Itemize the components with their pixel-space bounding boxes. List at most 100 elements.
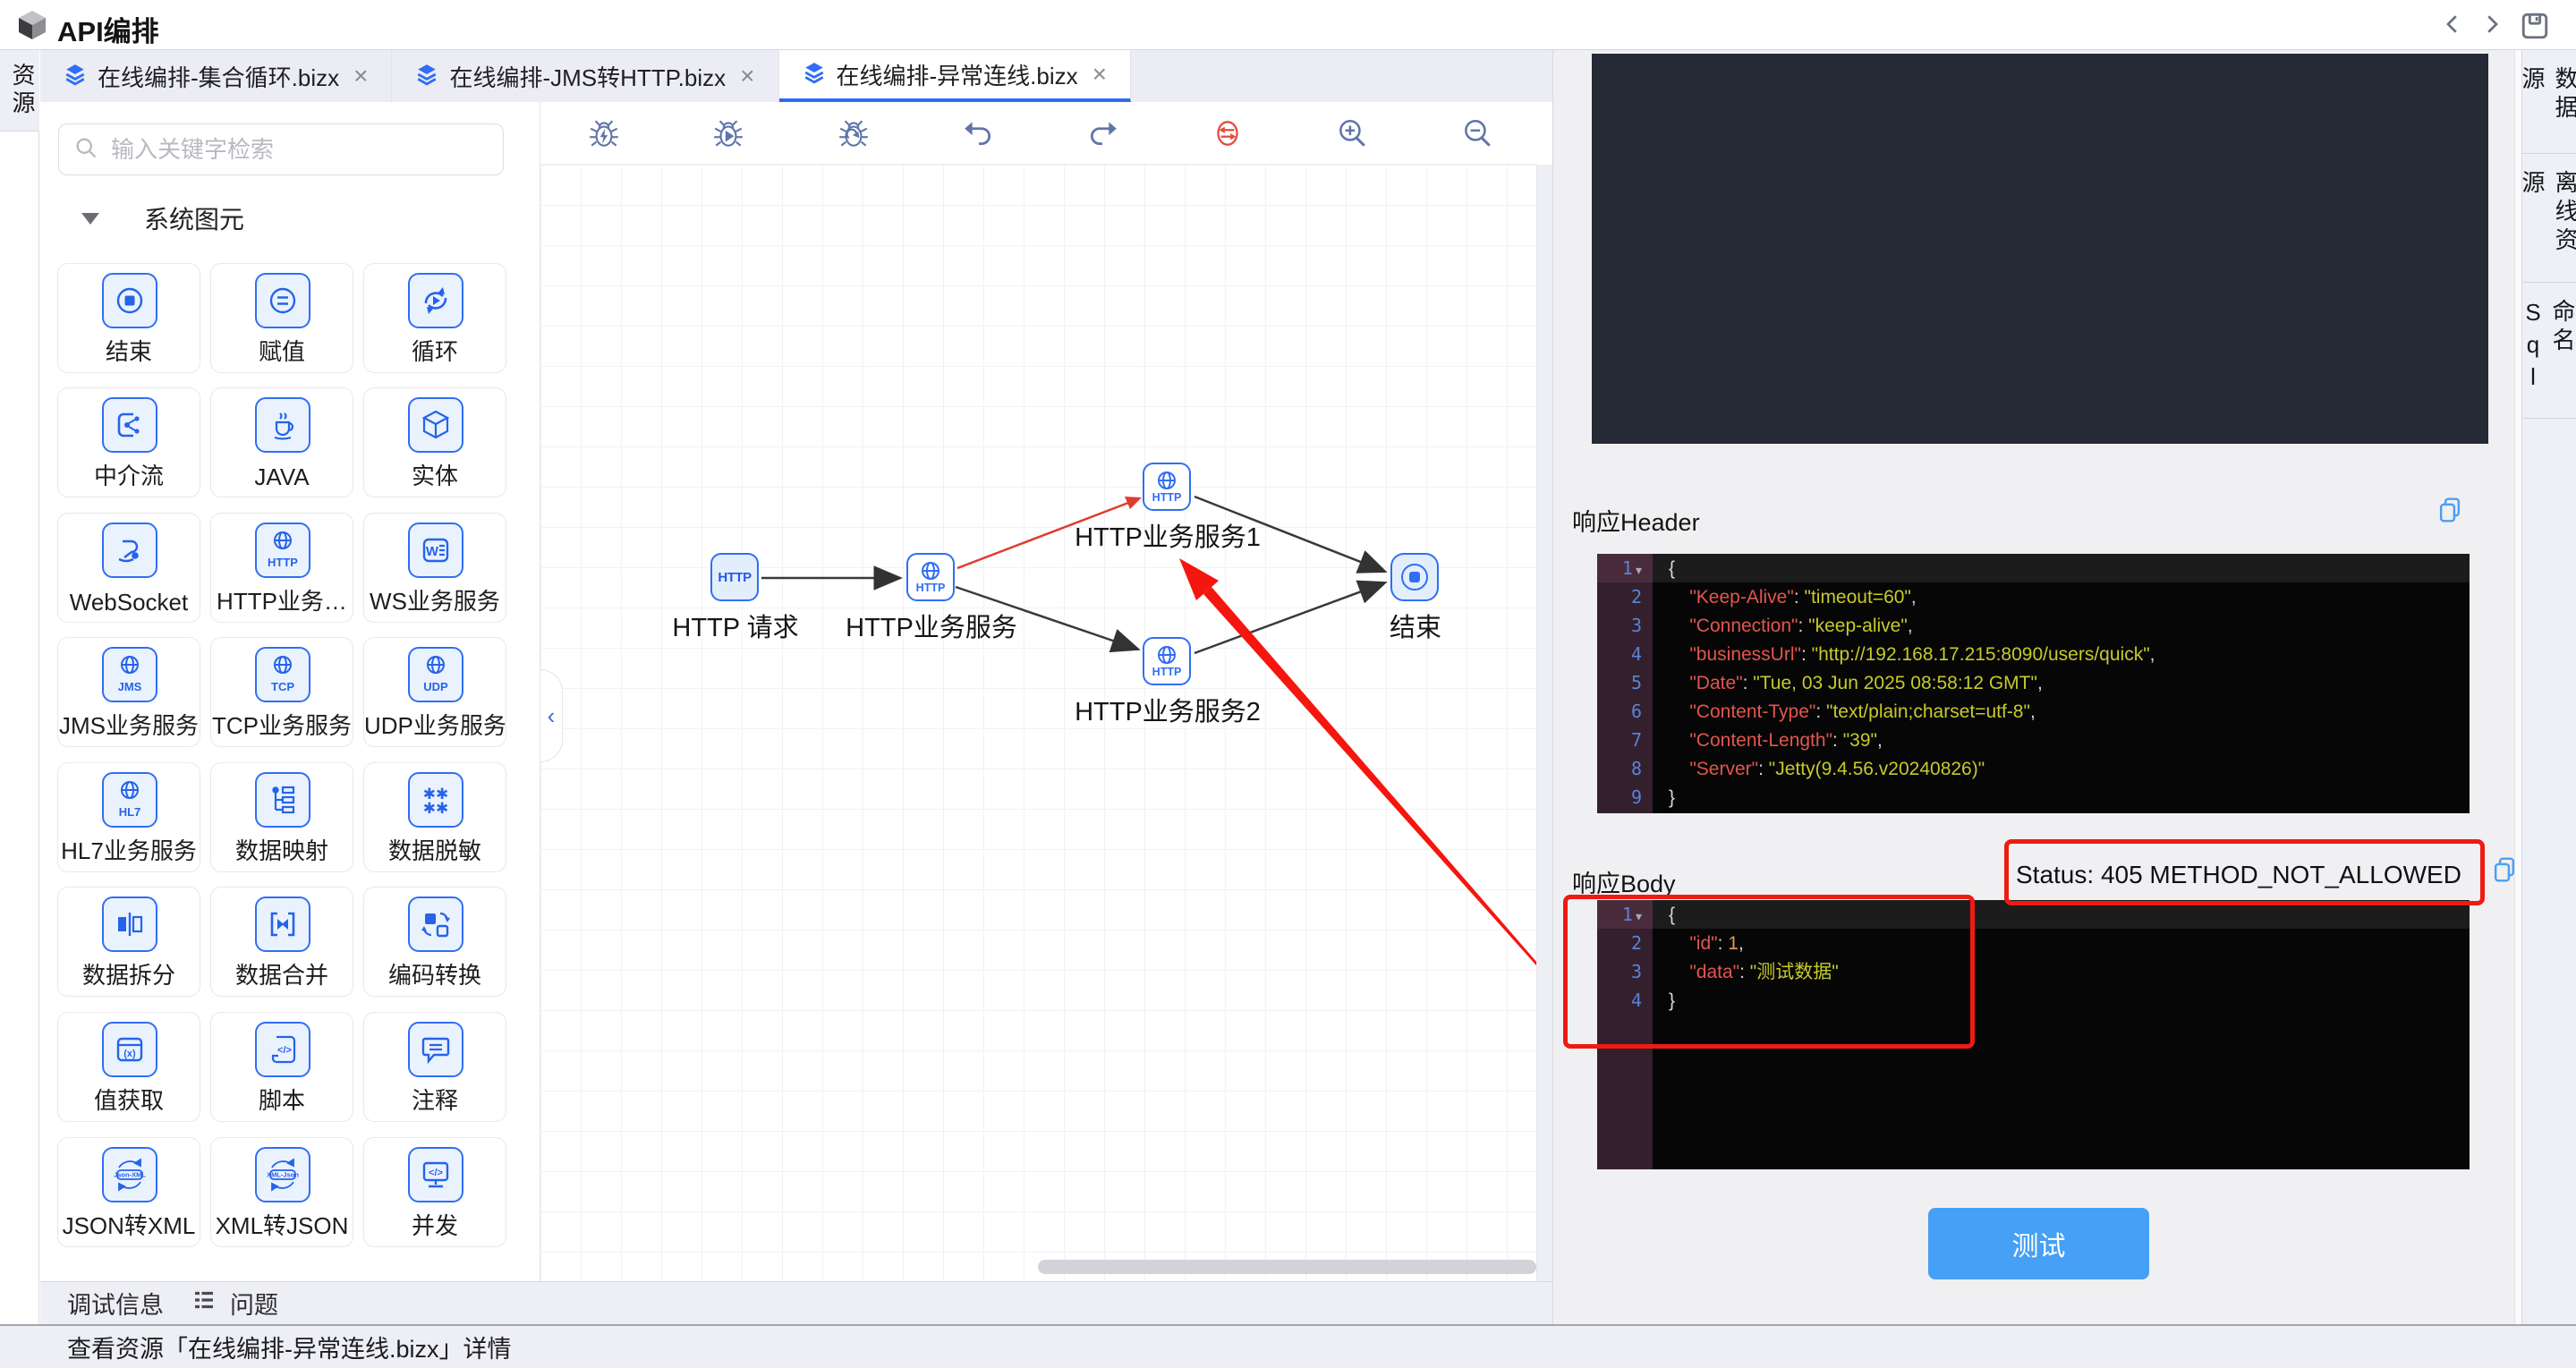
palette-item-3[interactable]: 中介流: [57, 387, 200, 497]
palette-item-1[interactable]: 赋值: [210, 263, 353, 373]
tab-2[interactable]: 在线编排-异常连线.bizx ×: [778, 50, 1131, 102]
palette-item-label: 数据脱敏: [387, 837, 481, 864]
flow-node-http-service[interactable]: HTTP: [906, 553, 955, 601]
data-mask-icon: ✱✱ ✱✱: [408, 772, 463, 828]
palette-item-20[interactable]: 注释: [363, 1012, 506, 1122]
right-rail-item-1[interactable]: 离线资源: [2519, 154, 2576, 283]
request-body-editor[interactable]: [1592, 54, 2488, 444]
palette-item-label: UDP业务服务: [364, 712, 506, 739]
palette-item-6[interactable]: WebSocket: [57, 513, 200, 623]
palette-item-8[interactable]: W WS业务服务: [363, 513, 506, 623]
nav-back-icon[interactable]: [2437, 11, 2468, 41]
tab-1[interactable]: 在线编排-JMS转HTTP.bizx ×: [392, 50, 779, 102]
flow-node-http-service-2[interactable]: HTTP: [1143, 637, 1191, 685]
title-bar: API编排: [0, 0, 2576, 50]
flow-node-label: HTTP业务服务2: [1075, 698, 1261, 726]
palette-item-label: 数据合并: [234, 962, 328, 989]
response-body-title: 响应Body: [1572, 871, 1676, 897]
palette-item-4[interactable]: JAVA: [210, 387, 353, 497]
palette-item-19[interactable]: </> 脚本: [210, 1012, 353, 1122]
palette-item-17[interactable]: 编码转换: [363, 887, 506, 997]
flow-canvas[interactable]: [540, 165, 1536, 1281]
palette-item-7[interactable]: HTTP HTTP业务…: [210, 513, 353, 623]
nav-forward-icon[interactable]: [2477, 11, 2507, 41]
flow-node-http-request[interactable]: HTTP: [710, 553, 759, 601]
layers-icon: [64, 63, 87, 90]
palette-item-label: JAVA: [254, 463, 310, 490]
svg-text:</>: </>: [277, 1045, 292, 1056]
canvas-horizontal-scrollbar[interactable]: [1038, 1260, 1536, 1274]
response-header-code[interactable]: 1 ▾{2 "Keep-Alive": "timeout=60", 3 "Conne…: [1597, 554, 2470, 813]
http-service-icon: HTTP: [255, 523, 310, 578]
tab-0[interactable]: 在线编排-集合循环.bizx ×: [40, 50, 393, 102]
debug-lightning-icon[interactable]: [587, 116, 621, 150]
palette-item-13[interactable]: 数据映射: [210, 762, 353, 872]
palette-item-23[interactable]: </> 并发: [363, 1137, 506, 1247]
redo-icon[interactable]: [1086, 116, 1120, 150]
palette-item-10[interactable]: TCP TCP业务服务: [210, 637, 353, 747]
http-globe-icon: HTTP: [1143, 637, 1191, 685]
undo-icon[interactable]: [961, 116, 995, 150]
tab-bar: 在线编排-集合循环.bizx × 在线编排-JMS转HTTP.bizx × 在线…: [40, 50, 1552, 102]
svg-text:HTTP: HTTP: [268, 556, 298, 569]
tab-close-icon[interactable]: ×: [736, 62, 754, 90]
palette-item-16[interactable]: 数据合并: [210, 887, 353, 997]
palette-item-11[interactable]: UDP UDP业务服务: [363, 637, 506, 747]
palette-item-12[interactable]: HL7 HL7业务服务: [57, 762, 200, 872]
debug-step-icon[interactable]: [837, 116, 871, 150]
palette-item-21[interactable]: Json-XML JSON转XML: [57, 1137, 200, 1247]
http-globe-icon: HTTP: [906, 553, 955, 601]
copy-response-header-icon[interactable]: [2436, 496, 2463, 524]
svg-text:</>: </>: [429, 1168, 443, 1178]
palette-item-0[interactable]: 结束: [57, 263, 200, 373]
debug-info-button[interactable]: 调试信息: [67, 1286, 164, 1321]
palette-item-label: TCP业务服务: [211, 712, 352, 739]
svg-text:TCP: TCP: [271, 680, 294, 693]
palette-item-5[interactable]: 实体: [363, 387, 506, 497]
canvas-right-strip: [1536, 165, 1552, 1281]
palette-item-14[interactable]: ✱✱ ✱✱ 数据脱敏: [363, 762, 506, 872]
palette-item-15[interactable]: 数据拆分: [57, 887, 200, 997]
response-body-code[interactable]: 1 ▾{2 "id": 1, 3 "data": "测试数据" 4}: [1597, 900, 2470, 1169]
flow-node-http-service-1[interactable]: HTTP: [1143, 463, 1191, 511]
palette-item-22[interactable]: XML-Json XML转JSON: [210, 1137, 353, 1247]
api-orchestration-app: API编排 资源 在线编排-集合循环.bizx × 在线编排-JMS转HTTP.…: [0, 0, 2576, 1368]
right-rail-item-0[interactable]: 数据源: [2519, 50, 2576, 154]
problems-button[interactable]: 问题: [191, 1286, 278, 1321]
compare-swap-icon[interactable]: [1211, 116, 1245, 150]
data-merge-icon: [255, 896, 310, 952]
zoom-out-icon[interactable]: [1460, 116, 1494, 150]
svg-text:✱✱: ✱✱: [423, 800, 449, 817]
mediator-icon: [102, 397, 157, 453]
code-line: 3 "data": "测试数据": [1630, 961, 1839, 982]
tcp-service-icon: TCP: [255, 647, 310, 702]
palette-item-label: 脚本: [258, 1087, 305, 1114]
udp-service-icon: UDP: [408, 647, 463, 702]
palette-grid: 结束 赋值 循环 中介流 JAVA 实体 WebSocket HTTP HTTP业…: [40, 102, 540, 1281]
zoom-in-icon[interactable]: [1335, 116, 1369, 150]
palette-item-label: 并发: [411, 1212, 458, 1239]
flow-node-end[interactable]: [1390, 553, 1439, 601]
palette-item-9[interactable]: JMS JMS业务服务: [57, 637, 200, 747]
palette-collapse-handle[interactable]: ‹: [540, 669, 563, 762]
response-header-title: 响应Header: [1572, 509, 1700, 536]
code-line: 7 "Content-Length": "39",: [1630, 729, 1883, 751]
app-logo-icon: [16, 9, 48, 46]
test-button[interactable]: 测试: [1928, 1208, 2149, 1279]
palette-item-label: 数据拆分: [81, 962, 175, 989]
hl7-service-icon: HL7: [102, 772, 157, 828]
copy-response-body-icon[interactable]: [2491, 855, 2518, 884]
tab-close-icon[interactable]: ×: [350, 62, 368, 90]
data-map-icon: [255, 772, 310, 828]
right-rail-item-2[interactable]: 命名Sql: [2520, 283, 2576, 419]
palette-item-18[interactable]: (x) 值获取: [57, 1012, 200, 1122]
save-icon[interactable]: [2520, 11, 2550, 41]
palette-item-label: XML转JSON: [215, 1212, 349, 1239]
left-rail-item-resources[interactable]: 资源: [0, 50, 39, 132]
tab-close-icon[interactable]: ×: [1089, 60, 1107, 89]
debug-play-icon[interactable]: [711, 116, 745, 150]
palette-item-label: 结束: [105, 338, 152, 365]
json-to-xml-icon: Json-XML: [102, 1147, 157, 1202]
code-line: 6 "Content-Type": "text/plain;charset=ut…: [1630, 701, 2036, 722]
palette-item-2[interactable]: 循环: [363, 263, 506, 373]
